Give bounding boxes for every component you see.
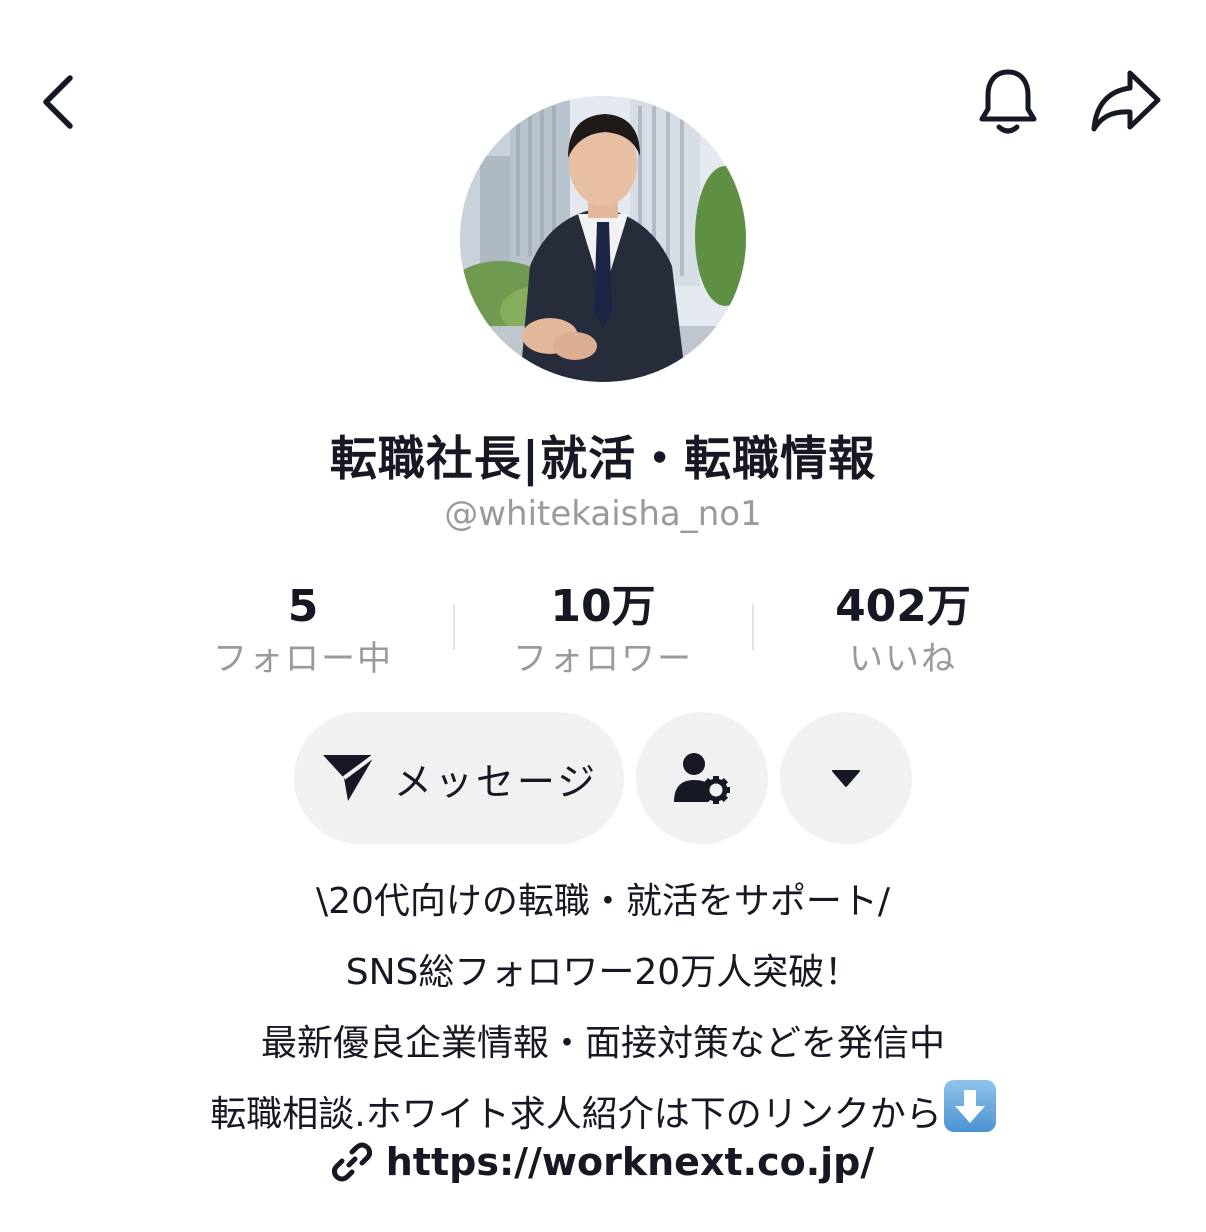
- message-label: メッセージ: [393, 759, 599, 804]
- following-count: 5: [287, 581, 319, 632]
- username-handle: @whitekaisha_no1: [444, 494, 762, 534]
- more-options-button[interactable]: [780, 712, 912, 844]
- likes-stat[interactable]: 402万 いいね: [773, 580, 1033, 680]
- followers-label: フォロワー: [513, 639, 693, 679]
- display-name: 転職社長|就活・転職情報: [329, 432, 877, 487]
- notification-button[interactable]: [968, 62, 1048, 142]
- message-button[interactable]: メッセージ: [294, 712, 624, 844]
- likes-label: いいね: [849, 639, 957, 679]
- bio-line: 最新優良企業情報・面接対策などを発信中: [260, 1023, 945, 1064]
- bell-icon: [979, 69, 1037, 134]
- bio: \20代向けの転職・就活をサポート/ SNS総フォロワー20万人突破！ 最新優良…: [0, 866, 1206, 1150]
- bio-line: \20代向けの転職・就活をサポート/: [315, 881, 891, 922]
- share-button[interactable]: [1086, 62, 1166, 142]
- share-arrow-icon: [1091, 70, 1161, 132]
- followers-stat[interactable]: 10万 フォロワー: [473, 580, 733, 680]
- back-button[interactable]: [20, 62, 100, 142]
- followers-count: 10万: [550, 581, 656, 632]
- stat-divider: [453, 604, 455, 650]
- following-label: フォロー中: [213, 639, 393, 679]
- user-gear-icon: [674, 753, 730, 804]
- profile-link[interactable]: https://worknext.co.jp/: [0, 1140, 1206, 1184]
- stat-divider: [752, 604, 754, 650]
- caret-down-icon: [832, 770, 860, 787]
- avatar[interactable]: [460, 96, 746, 382]
- profile-photo: [460, 96, 746, 382]
- bio-line: SNS総フォロワー20万人突破！: [345, 952, 861, 993]
- profile-page: 転職社長|就活・転職情報 @whitekaisha_no1 5 フォロー中 10…: [0, 0, 1206, 1232]
- following-stat[interactable]: 5 フォロー中: [173, 580, 433, 680]
- profile-settings-button[interactable]: [636, 712, 768, 844]
- likes-count: 402万: [835, 581, 971, 632]
- paper-plane-icon: [322, 753, 377, 801]
- link-icon: [331, 1142, 372, 1182]
- chevron-left-icon: [43, 75, 73, 129]
- down-arrow-emoji: [943, 1080, 996, 1132]
- profile-link-url[interactable]: https://worknext.co.jp/: [386, 1140, 875, 1184]
- bio-line-text: 転職相談.ホワイト求人紹介は下のリンクから: [210, 1094, 942, 1135]
